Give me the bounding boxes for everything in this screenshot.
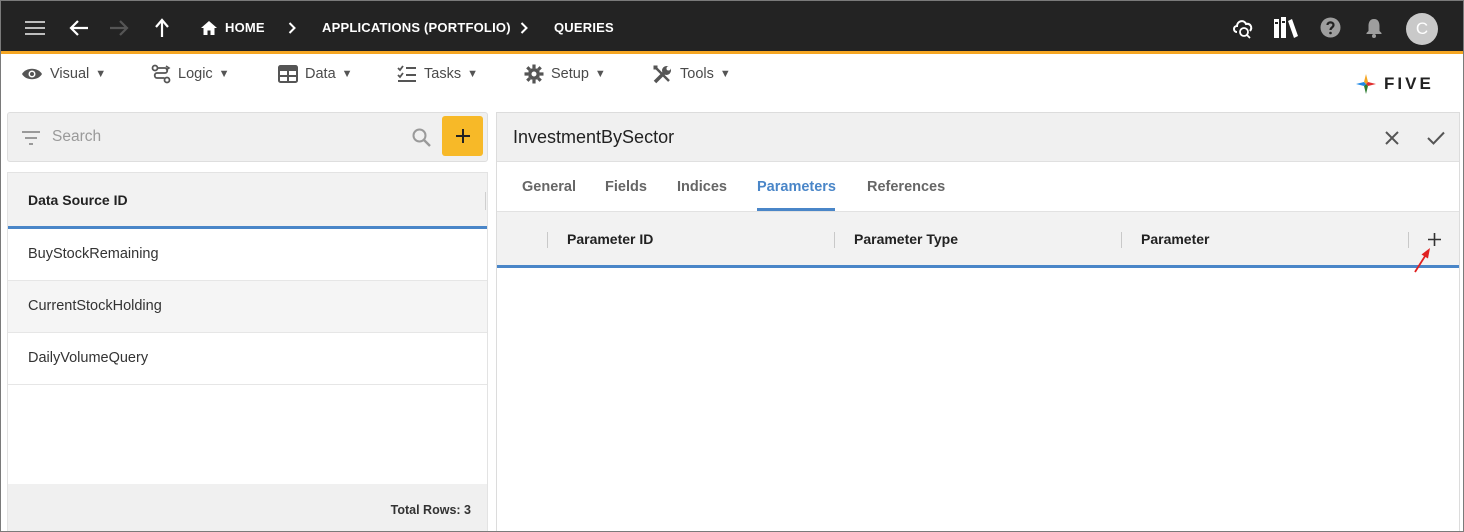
menu-tools-label: Tools xyxy=(680,66,714,82)
record-title: InvestmentBySector xyxy=(513,127,675,147)
filter-icon xyxy=(22,131,40,145)
caret-down-icon: ▼ xyxy=(719,68,731,80)
column-header-parameter-id[interactable]: Parameter ID xyxy=(567,231,653,247)
gear-icon xyxy=(524,64,544,84)
list-item[interactable]: BuyStockRemaining xyxy=(8,229,487,281)
up-arrow-icon[interactable] xyxy=(150,1,174,54)
column-resize-handle[interactable] xyxy=(834,232,835,248)
list-column-header[interactable]: Data Source ID xyxy=(8,173,487,229)
list-item[interactable]: CurrentStockHolding xyxy=(8,281,487,333)
five-logo: FIVE xyxy=(1354,71,1434,97)
detail-header: InvestmentBySector xyxy=(497,113,1459,162)
caret-down-icon: ▼ xyxy=(594,68,606,80)
tab-references[interactable]: References xyxy=(867,179,945,195)
list-item-label: BuyStockRemaining xyxy=(28,246,159,262)
close-button[interactable] xyxy=(1379,125,1405,151)
checklist-icon xyxy=(397,65,416,82)
search-icon[interactable] xyxy=(412,128,431,147)
caret-down-icon: ▼ xyxy=(467,68,478,80)
menu-data[interactable]: Data ▼ xyxy=(278,62,353,86)
check-icon xyxy=(1427,131,1445,145)
parameters-grid-header: Parameter ID Parameter Type Parameter xyxy=(497,212,1459,268)
list-item-label: DailyVolumeQuery xyxy=(28,350,149,366)
tab-indices[interactable]: Indices xyxy=(677,179,727,195)
tab-fields[interactable]: Fields xyxy=(605,179,647,195)
caret-down-icon: ▼ xyxy=(95,68,107,80)
data-source-list: Data Source ID BuyStockRemaining Current… xyxy=(7,172,488,531)
save-button[interactable] xyxy=(1423,125,1449,151)
menu-tasks-label: Tasks xyxy=(424,66,462,82)
add-record-button[interactable] xyxy=(442,116,483,156)
top-bar: HOME APPLICATIONS (PORTFOLIO) QUERIES C xyxy=(1,1,1463,54)
cloud-sync-icon[interactable] xyxy=(1230,1,1256,54)
home-icon[interactable] xyxy=(199,1,219,54)
search-placeholder: Search xyxy=(52,128,102,145)
column-resize-handle[interactable] xyxy=(1121,232,1122,248)
menu-logic-label: Logic xyxy=(178,66,213,82)
library-books-icon[interactable] xyxy=(1272,1,1300,54)
notifications-bell-icon[interactable] xyxy=(1363,1,1385,54)
tab-general[interactable]: General xyxy=(522,179,576,195)
logic-flow-icon xyxy=(151,64,171,84)
menu-setup-label: Setup xyxy=(551,66,589,82)
table-icon xyxy=(278,65,298,83)
breadcrumb-applications[interactable]: APPLICATIONS (PORTFOLIO) xyxy=(322,1,511,54)
breadcrumb-home[interactable]: HOME xyxy=(225,1,265,54)
search-input[interactable]: Search xyxy=(7,112,488,162)
active-tab-indicator xyxy=(757,208,835,211)
list-footer: Total Rows: 3 xyxy=(8,484,487,531)
five-logo-text: FIVE xyxy=(1384,74,1434,93)
menu-logic[interactable]: Logic ▼ xyxy=(151,62,230,86)
total-rows-count: Total Rows: 3 xyxy=(390,503,471,517)
tools-wrench-icon xyxy=(653,65,671,83)
hamburger-menu-icon[interactable] xyxy=(23,1,47,54)
annotation-arrow-icon xyxy=(1414,248,1430,273)
tab-parameters[interactable]: Parameters xyxy=(757,179,836,195)
menu-visual-label: Visual xyxy=(50,66,90,82)
list-item-label: CurrentStockHolding xyxy=(28,298,162,314)
menu-setup[interactable]: Setup ▼ xyxy=(524,62,606,86)
caret-down-icon: ▼ xyxy=(218,68,230,80)
list-item[interactable]: DailyVolumeQuery xyxy=(8,333,487,385)
plus-icon xyxy=(455,129,470,143)
menu-data-label: Data xyxy=(305,66,336,82)
user-avatar[interactable]: C xyxy=(1406,13,1438,45)
column-header-parameter-type[interactable]: Parameter Type xyxy=(854,231,958,247)
caret-down-icon: ▼ xyxy=(341,68,353,80)
menu-visual[interactable]: Visual ▼ xyxy=(21,62,106,86)
forward-arrow-icon[interactable] xyxy=(107,1,131,54)
chevron-right-icon xyxy=(517,1,531,54)
chevron-right-icon xyxy=(285,1,299,54)
record-detail-panel: InvestmentBySector General Fields Indice… xyxy=(496,112,1460,531)
help-icon[interactable] xyxy=(1319,1,1341,54)
column-resize-handle[interactable] xyxy=(547,232,548,248)
five-logo-mark-icon xyxy=(1356,74,1376,94)
tab-bar: General Fields Indices Parameters Refere… xyxy=(497,162,1459,212)
close-icon xyxy=(1385,131,1399,145)
column-resize-handle[interactable] xyxy=(485,192,486,210)
eye-icon xyxy=(22,68,42,80)
column-header-parameter[interactable]: Parameter xyxy=(1141,231,1210,247)
menu-tools[interactable]: Tools ▼ xyxy=(652,62,731,86)
menu-tasks[interactable]: Tasks ▼ xyxy=(397,62,478,86)
back-arrow-icon[interactable] xyxy=(67,1,91,54)
column-header-data-source-id: Data Source ID xyxy=(28,192,128,208)
breadcrumb-queries[interactable]: QUERIES xyxy=(554,1,614,54)
app-window: HOME APPLICATIONS (PORTFOLIO) QUERIES C … xyxy=(0,0,1464,532)
